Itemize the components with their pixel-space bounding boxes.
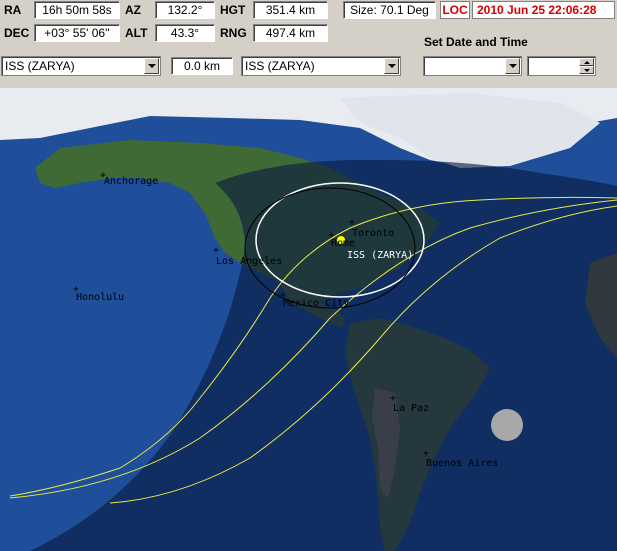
dec-label: DEC — [1, 24, 32, 42]
alt-value: 43.3° — [155, 24, 215, 42]
chevron-down-icon[interactable] — [384, 58, 399, 74]
rng-value: 497.4 km — [253, 24, 328, 42]
spin-down-icon[interactable] — [579, 66, 594, 74]
distance-field[interactable]: 0.0 km — [171, 57, 233, 75]
alt-label: ALT — [122, 24, 153, 42]
world-map[interactable]: ISS (ZARYA) +Anchorage +Toronto +Rome +L… — [0, 88, 617, 551]
satellite-select-1-value: ISS (ZARYA) — [5, 59, 75, 73]
time-spinner[interactable] — [527, 56, 596, 76]
loc-button[interactable]: LOC — [440, 1, 470, 19]
svg-text:La Paz: La Paz — [393, 403, 429, 414]
svg-text:Rome: Rome — [331, 238, 355, 249]
spinner-buttons[interactable] — [579, 58, 594, 74]
svg-text:Los Angeles: Los Angeles — [216, 256, 282, 267]
satellite-select-2[interactable]: ISS (ZARYA) — [241, 56, 401, 76]
ra-value: 16h 50m 58s — [34, 1, 120, 19]
moon-icon — [491, 409, 523, 441]
svg-text:Honolulu: Honolulu — [76, 292, 124, 303]
hgt-label: HGT — [217, 1, 251, 19]
rng-label: RNG — [217, 24, 251, 42]
az-label: AZ — [122, 1, 153, 19]
spin-up-icon[interactable] — [579, 58, 594, 66]
hgt-value: 351.4 km — [253, 1, 328, 19]
svg-text:Mexico City: Mexico City — [283, 298, 349, 309]
chevron-down-icon[interactable] — [144, 58, 159, 74]
date-select[interactable] — [423, 56, 522, 76]
set-date-time-title: Set Date and Time — [424, 35, 528, 49]
satellite-select-2-value: ISS (ZARYA) — [245, 59, 315, 73]
svg-text:+: + — [349, 217, 355, 228]
satellite-label: ISS (ZARYA) — [347, 250, 413, 261]
svg-text:Buenos Aires: Buenos Aires — [426, 458, 498, 469]
ra-label: RA — [1, 1, 32, 19]
size-value: Size: 70.1 Deg — [343, 1, 436, 19]
satellite-select-1[interactable]: ISS (ZARYA) — [1, 56, 161, 76]
az-value: 132.2° — [155, 1, 215, 19]
datetime-display: 2010 Jun 25 22:06:28 — [472, 1, 615, 19]
chevron-down-icon[interactable] — [505, 58, 520, 74]
svg-text:Toronto: Toronto — [352, 228, 394, 239]
dec-value: +03° 55' 06'' — [34, 24, 120, 42]
svg-text:Anchorage: Anchorage — [104, 176, 158, 187]
svg-text:+: + — [213, 245, 219, 256]
